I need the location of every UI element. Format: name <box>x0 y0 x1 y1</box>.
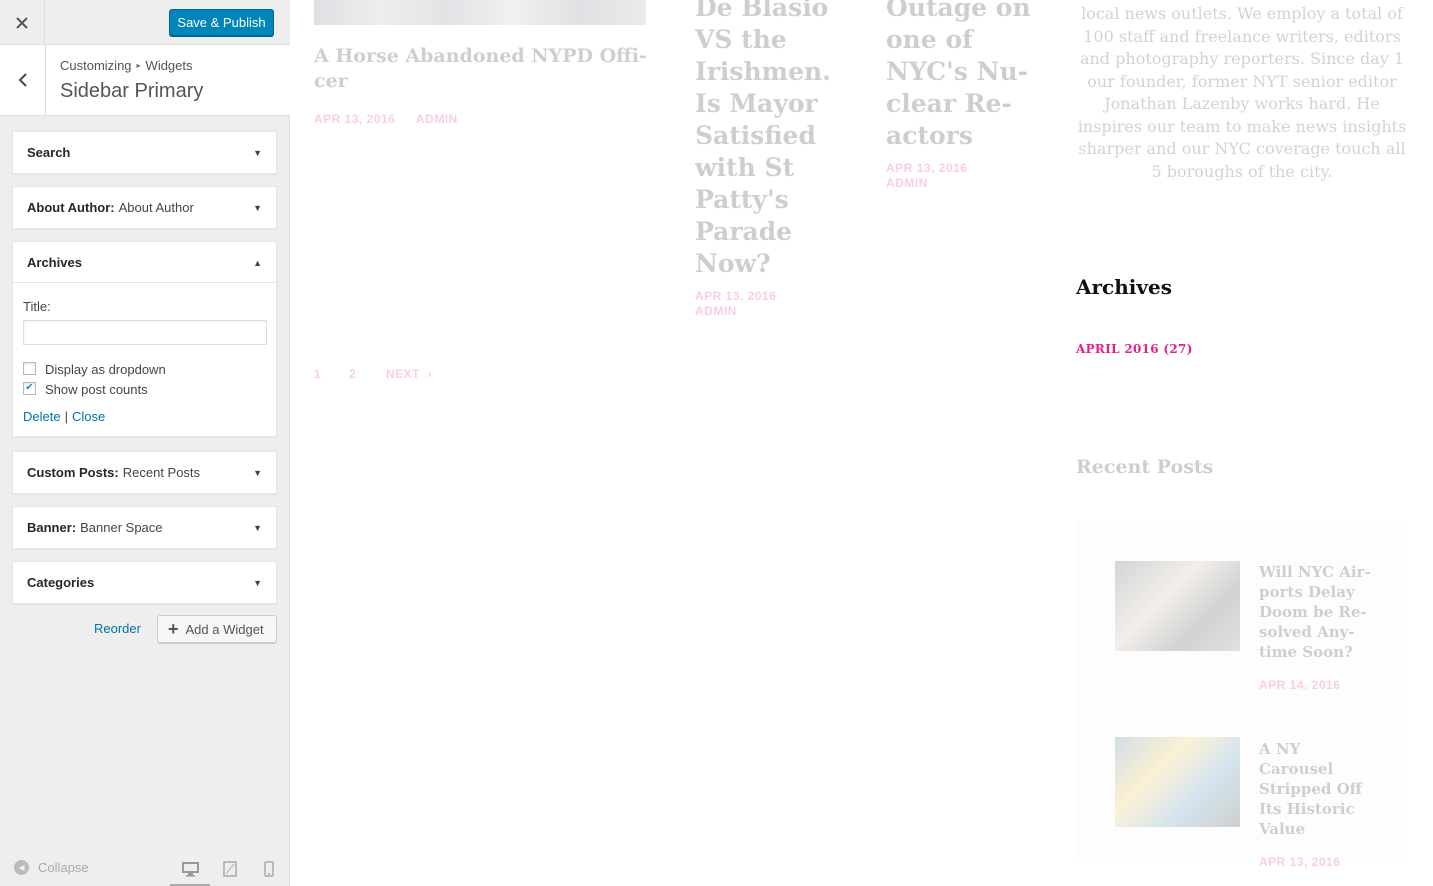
actions-separator: | <box>64 409 68 424</box>
caret-down-icon[interactable]: ▼ <box>253 452 262 493</box>
collapse-label: Collapse <box>38 860 89 875</box>
widget-about-author: About Author: About Author ▼ <box>12 186 277 229</box>
tablet-preview-button[interactable] <box>221 860 239 878</box>
widget-actions: Delete | Close <box>23 409 266 424</box>
caret-down-icon[interactable]: ▼ <box>253 507 262 548</box>
mobile-preview-button[interactable] <box>260 860 278 878</box>
post-date-1: APR 13, 2016 <box>314 112 396 126</box>
post-title-2[interactable]: De Blasio VS the Irishmen. Is Mayor Sati… <box>695 0 845 280</box>
widget-search-header[interactable]: Search ▼ <box>13 132 276 173</box>
close-customizer-button[interactable] <box>0 0 45 45</box>
post-thumbnail[interactable] <box>314 0 646 25</box>
recent-post-date: APR 14, 2016 <box>1259 678 1341 692</box>
widget-archives: Archives ▲ Title: Display as dropdown ✔ … <box>12 241 277 437</box>
about-author-text: local news outlets. We employ a total of… <box>1077 4 1407 181</box>
widget-name: Search <box>27 145 71 160</box>
breadcrumb: Customizing ▸ Widgets <box>60 58 193 73</box>
recent-post-title[interactable]: A NY Carousel Stripped Off Its Historic … <box>1259 739 1379 839</box>
widget-name: About Author: <box>27 200 115 215</box>
caret-down-icon[interactable]: ▼ <box>253 562 262 603</box>
widget-name: Custom Posts: <box>27 465 119 480</box>
widget-name: Categories <box>27 575 95 590</box>
post-title-3[interactable]: Outage on one of NYC's Nu-clear Re-actor… <box>886 0 1036 152</box>
title-input[interactable] <box>23 320 267 345</box>
dropdown-label: Display as dropdown <box>45 361 166 377</box>
dropdown-checkbox[interactable] <box>23 361 36 375</box>
widget-categories-header[interactable]: Categories ▼ <box>13 562 276 603</box>
widget-custom-posts: Custom Posts: Recent Posts ▼ <box>12 451 277 494</box>
widget-subtitle: About Author <box>118 200 194 215</box>
widget-name: Archives <box>27 254 82 270</box>
archives-widget-title: Archives <box>1076 275 1172 299</box>
caret-down-icon[interactable]: ▼ <box>253 187 262 228</box>
dropdown-option[interactable]: Display as dropdown <box>23 359 266 379</box>
add-widget-button[interactable]: + Add a Widget <box>157 615 277 643</box>
chevron-left-icon <box>18 73 27 87</box>
pagination-next[interactable]: NEXT › <box>386 367 432 381</box>
mobile-icon <box>264 861 274 877</box>
recent-post-date: APR 13, 2016 <box>1259 855 1341 869</box>
back-button[interactable] <box>0 45 46 115</box>
widget-archives-header[interactable]: Archives ▲ <box>13 242 276 283</box>
add-widget-label: Add a Widget <box>185 621 264 637</box>
post-date-3: APR 13, 2016 <box>886 161 968 175</box>
recent-post-thumbnail[interactable] <box>1115 561 1240 651</box>
caret-down-icon[interactable]: ▼ <box>253 132 262 173</box>
pagination-page-2[interactable]: 2 <box>349 367 356 381</box>
post-counts-label: Show post counts <box>45 381 148 397</box>
section-title: Customizing ▸ Widgets Sidebar Primary <box>0 45 290 116</box>
chevron-right-icon: › <box>427 367 433 381</box>
recent-post-title[interactable]: Will NYC Air-ports Delay Doom be Re-solv… <box>1259 562 1379 662</box>
checkmark-icon: ✔ <box>25 382 34 393</box>
recent-post-thumbnail[interactable] <box>1115 737 1240 827</box>
widget-archives-form: Title: Display as dropdown ✔ Show post c… <box>13 283 276 436</box>
customizer-panel: Save & Publish Customizing ▸ Widgets Sid… <box>0 0 290 886</box>
post-counts-checkbox[interactable]: ✔ <box>23 381 36 395</box>
recent-posts-title: Recent Posts <box>1076 456 1214 478</box>
desktop-icon <box>181 861 199 876</box>
next-label: NEXT <box>386 367 421 381</box>
widget-custom-posts-header[interactable]: Custom Posts: Recent Posts ▼ <box>13 452 276 493</box>
post-counts-option[interactable]: ✔ Show post counts <box>23 379 266 399</box>
breadcrumb-widgets: Widgets <box>145 58 193 73</box>
title-label: Title: <box>23 299 51 314</box>
page-title: Sidebar Primary <box>60 80 204 102</box>
customizer-footer: ◀ Collapse <box>0 850 290 886</box>
pagination-page-1[interactable]: 1 <box>314 367 321 381</box>
widget-search: Search ▼ <box>12 131 277 174</box>
post-author-3[interactable]: ADMIN <box>886 176 928 190</box>
caret-up-icon[interactable]: ▲ <box>253 242 262 283</box>
post-author-1[interactable]: ADMIN <box>416 112 458 126</box>
close-icon <box>16 16 28 29</box>
widget-name: Banner: <box>27 520 77 535</box>
post-title-1[interactable]: A Horse Abandoned NYPD Offi-cer <box>314 44 654 94</box>
close-link[interactable]: Close <box>72 409 105 424</box>
breadcrumb-separator-icon: ▸ <box>136 61 141 70</box>
desktop-preview-button[interactable] <box>181 860 199 878</box>
widget-banner: Banner: Banner Space ▼ <box>12 506 277 549</box>
post-author-2[interactable]: ADMIN <box>695 304 737 318</box>
plus-icon: + <box>168 619 179 639</box>
save-publish-button[interactable]: Save & Publish <box>169 9 274 36</box>
archives-month-link[interactable]: APRIL 2016 (27) <box>1076 342 1193 356</box>
widget-subtitle: Recent Posts <box>122 465 201 480</box>
widget-banner-header[interactable]: Banner: Banner Space ▼ <box>13 507 276 548</box>
tablet-icon <box>223 861 237 877</box>
delete-link[interactable]: Delete <box>23 409 61 424</box>
post-date-2: APR 13, 2016 <box>695 289 777 303</box>
collapse-button[interactable]: ◀ Collapse <box>14 860 89 875</box>
site-preview: A Horse Abandoned NYPD Offi-cer APR 13, … <box>290 0 1433 886</box>
collapse-arrow-icon: ◀ <box>14 860 29 875</box>
widget-about-author-header[interactable]: About Author: About Author ▼ <box>13 187 276 228</box>
breadcrumb-customizing: Customizing <box>60 58 132 73</box>
widget-subtitle: Banner Space <box>80 520 163 535</box>
widget-categories: Categories ▼ <box>12 561 277 604</box>
reorder-link[interactable]: Reorder <box>94 621 141 636</box>
customizer-header: Save & Publish <box>0 0 290 45</box>
